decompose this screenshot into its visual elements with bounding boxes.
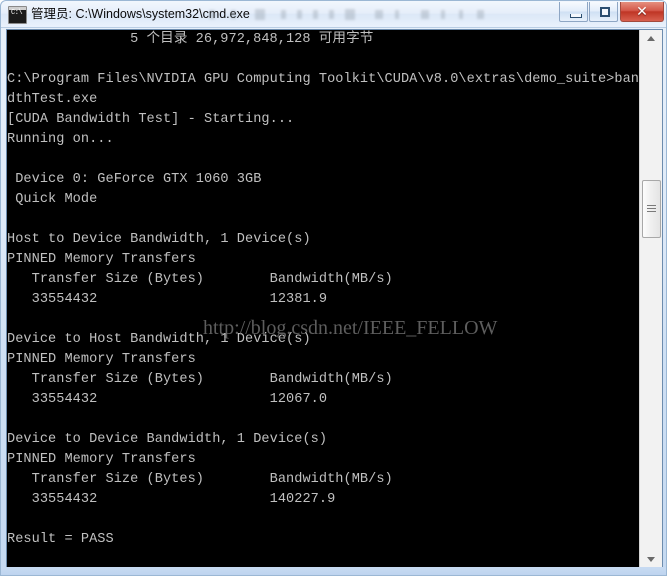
minimize-button[interactable] bbox=[559, 2, 588, 22]
console-client-area[interactable]: 5 个目录 26,972,848,128 可用字节 C:\Program Fil… bbox=[6, 29, 663, 569]
vertical-scrollbar[interactable] bbox=[639, 30, 662, 568]
maximize-icon bbox=[600, 7, 610, 17]
scroll-up-arrow-icon[interactable] bbox=[640, 30, 662, 48]
window-bottom-resize-edge[interactable] bbox=[1, 567, 666, 575]
cmd-console-icon: C:\ bbox=[8, 6, 27, 24]
titlebar-ghost-artifacts bbox=[209, 7, 539, 23]
minimize-icon bbox=[570, 14, 582, 18]
scrollbar-grip-icon bbox=[647, 205, 656, 212]
title-bar[interactable]: C:\ 管理员: C:\Windows\system32\cmd.exe ✕ bbox=[1, 1, 666, 28]
scrollbar-thumb[interactable] bbox=[642, 180, 661, 238]
close-icon: ✕ bbox=[636, 4, 648, 20]
maximize-button[interactable] bbox=[589, 2, 618, 22]
triangle-down-icon bbox=[647, 557, 655, 562]
icon-prompt-glyph: C:\ bbox=[11, 9, 23, 17]
close-button[interactable]: ✕ bbox=[620, 2, 664, 22]
cmd-window: C:\ 管理员: C:\Windows\system32\cmd.exe ✕ 5… bbox=[0, 0, 667, 576]
scroll-down-arrow-icon[interactable] bbox=[640, 550, 662, 568]
console-output[interactable]: 5 个目录 26,972,848,128 可用字节 C:\Program Fil… bbox=[7, 30, 639, 568]
triangle-up-icon bbox=[647, 36, 655, 41]
